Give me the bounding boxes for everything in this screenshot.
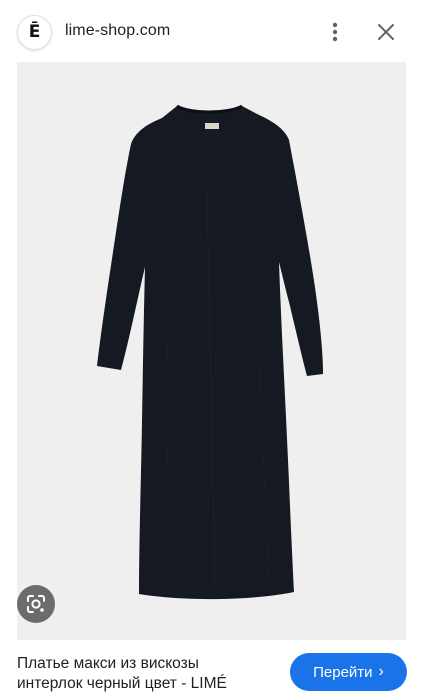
dress-image [97,104,323,600]
visit-button-label: Перейти [313,663,373,681]
chevron-right-icon: › [378,663,384,680]
google-lens-icon [27,595,45,613]
viewer-header: Ē lime-shop.com [0,0,424,62]
close-icon [378,24,394,40]
product-title-line2: интерлок черный цвет - LIMÉ [17,675,227,692]
visit-button[interactable]: Перейти › [290,653,407,691]
product-title-line1: Платье макси из вискозы [17,655,199,672]
lens-search-button[interactable] [17,585,55,623]
dress-label-tag [205,123,219,129]
product-image[interactable] [17,62,406,640]
more-options-button[interactable] [322,18,348,46]
site-domain[interactable]: lime-shop.com [65,22,170,40]
product-title[interactable]: Платье макси из вискозы интерлок черный … [17,654,277,694]
site-logo-letter: Ē [28,22,41,42]
close-button[interactable] [372,18,400,46]
site-logo[interactable]: Ē [17,15,52,50]
more-vert-icon [332,22,338,42]
